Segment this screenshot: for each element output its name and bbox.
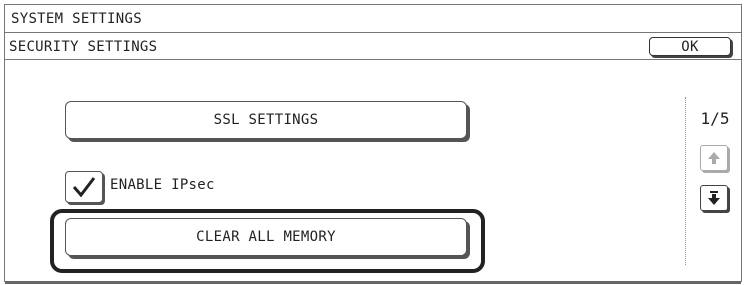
clear-all-memory-button[interactable]: CLEAR ALL MEMORY [65, 218, 467, 256]
page-indicator: 1/5 [700, 109, 730, 128]
page-title: SYSTEM SETTINGS [5, 5, 741, 33]
enable-ipsec-label: ENABLE IPsec [110, 177, 215, 193]
scroll-divider [685, 97, 687, 265]
scroll-down-button[interactable] [700, 185, 728, 211]
ok-button[interactable]: OK [649, 37, 731, 56]
section-header: SECURITY SETTINGS OK [5, 34, 741, 60]
system-settings-window: SYSTEM SETTINGS SECURITY SETTINGS OK SSL… [4, 4, 742, 284]
arrow-up-icon [708, 152, 720, 164]
section-title: SECURITY SETTINGS [9, 39, 158, 55]
arrow-down-icon [708, 191, 720, 205]
ssl-settings-button[interactable]: SSL SETTINGS [65, 101, 467, 139]
scroll-up-button[interactable] [700, 145, 728, 171]
checkmark-icon [72, 177, 96, 198]
enable-ipsec-checkbox[interactable] [65, 171, 103, 203]
